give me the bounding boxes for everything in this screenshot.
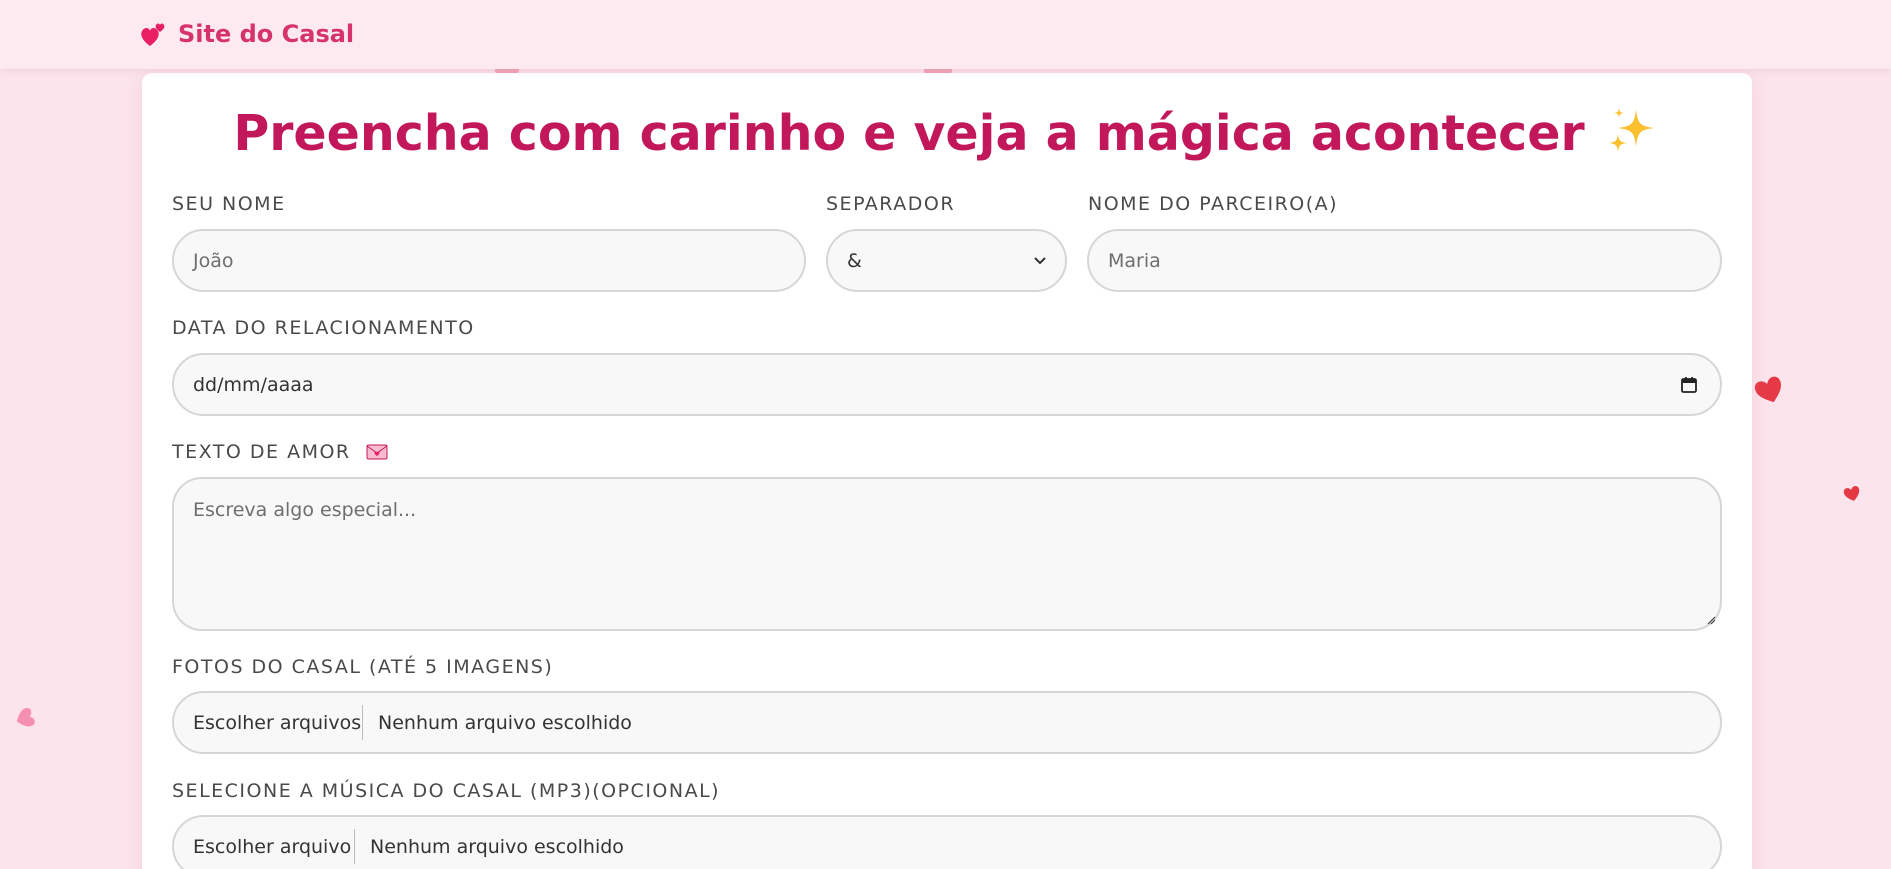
floating-heart-icon bbox=[16, 708, 35, 727]
music-status: Nenhum arquivo escolhido bbox=[370, 835, 624, 858]
photos-file-input[interactable]: Escolher arquivos Nenhum arquivo escolhi… bbox=[172, 691, 1722, 754]
music-choose-button[interactable]: Escolher arquivo bbox=[193, 836, 351, 858]
photos-status: Nenhum arquivo escolhido bbox=[378, 711, 632, 734]
partner-name-input[interactable]: Maria bbox=[1087, 229, 1722, 292]
photos-choose-button[interactable]: Escolher arquivos bbox=[193, 712, 361, 734]
your-name-label: SEU NOME bbox=[172, 193, 286, 215]
file-separator bbox=[362, 705, 363, 740]
music-file-input[interactable]: Escolher arquivo Nenhum arquivo escolhid… bbox=[172, 815, 1722, 869]
calendar-icon[interactable] bbox=[1680, 376, 1698, 394]
sparkles-icon bbox=[1608, 108, 1654, 152]
brand-text: Site do Casal bbox=[178, 20, 355, 48]
partner-name-placeholder: Maria bbox=[1108, 249, 1161, 272]
file-separator bbox=[354, 829, 355, 864]
love-text-placeholder: Escreva algo especial... bbox=[193, 499, 417, 521]
floating-heart-icon bbox=[1843, 485, 1860, 501]
separator-label: SEPARADOR bbox=[826, 193, 956, 215]
relationship-date-placeholder: dd/mm/aaaa bbox=[193, 373, 314, 396]
relationship-date-input[interactable]: dd/mm/aaaa bbox=[172, 353, 1722, 416]
love-text-label-text: TEXTO DE AMOR bbox=[172, 441, 351, 463]
music-label: SELECIONE A MÚSICA DO CASAL (MP3)(OPCION… bbox=[172, 780, 721, 802]
relationship-date-label: DATA DO RELACIONAMENTO bbox=[172, 317, 475, 339]
chevron-down-icon bbox=[1034, 256, 1046, 264]
brand-link[interactable]: Site do Casal bbox=[138, 18, 354, 50]
navbar: Site do Casal bbox=[0, 0, 1891, 69]
page-title: Preencha com carinho e veja a mágica aco… bbox=[0, 104, 1891, 162]
floating-heart-icon bbox=[1754, 376, 1781, 402]
love-letter-icon bbox=[366, 444, 388, 460]
separator-select[interactable]: & bbox=[826, 229, 1067, 292]
your-name-placeholder: João bbox=[193, 249, 234, 272]
love-text-textarea[interactable]: Escreva algo especial... bbox=[172, 477, 1722, 631]
separator-value: & bbox=[847, 249, 862, 272]
page-title-text: Preencha com carinho e veja a mágica aco… bbox=[233, 105, 1585, 162]
partner-name-label: NOME DO PARCEIRO(A) bbox=[1088, 193, 1339, 215]
resize-handle-icon[interactable] bbox=[1706, 615, 1716, 625]
your-name-input[interactable]: João bbox=[172, 229, 806, 292]
photos-label: FOTOS DO CASAL (ATÉ 5 IMAGENS) bbox=[172, 656, 554, 678]
two-hearts-icon bbox=[141, 23, 165, 46]
love-text-label: TEXTO DE AMOR bbox=[172, 441, 388, 463]
